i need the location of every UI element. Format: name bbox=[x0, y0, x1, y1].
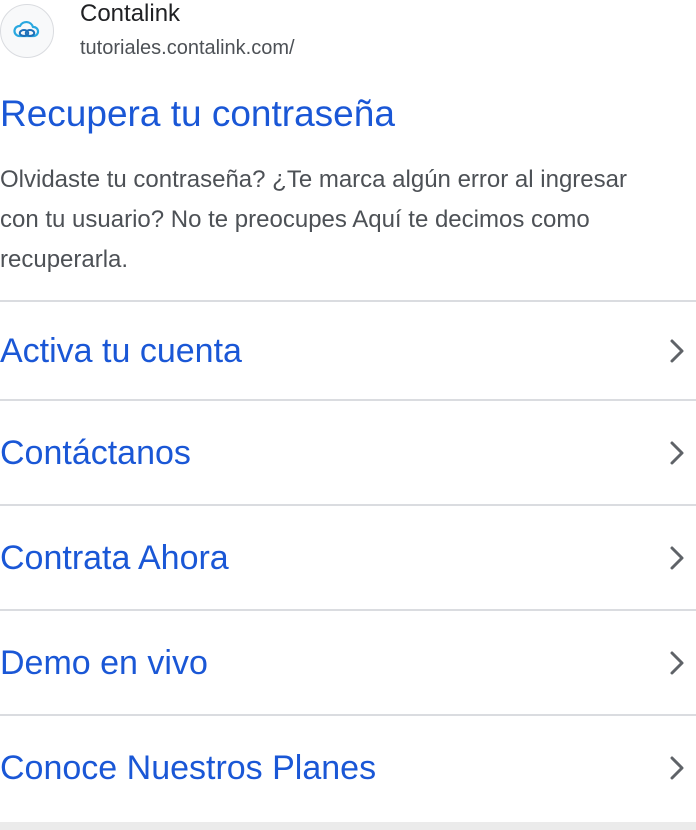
result-snippet: Olvidaste tu contraseña? ¿Te marca algún… bbox=[0, 166, 627, 273]
sitelinks-list: Activa tu cuenta Contáctanos Contrata Ah… bbox=[0, 300, 696, 819]
sitelink-label[interactable]: Demo en vivo bbox=[0, 643, 208, 683]
chevron-right-icon bbox=[668, 440, 686, 466]
cloud-link-icon bbox=[13, 20, 40, 38]
sitelink-label[interactable]: Contáctanos bbox=[0, 433, 191, 473]
chevron-right-icon bbox=[668, 545, 686, 571]
result-title-link[interactable]: Recupera tu contraseña bbox=[0, 92, 395, 136]
site-name[interactable]: Contalink bbox=[80, 0, 180, 28]
site-header[interactable]: Contalink tutoriales.contalink.com/ bbox=[0, 0, 696, 70]
chevron-right-icon bbox=[668, 338, 686, 364]
sitelink-demo-en-vivo[interactable]: Demo en vivo bbox=[0, 609, 696, 714]
sitelink-conoce-nuestros-planes[interactable]: Conoce Nuestros Planes bbox=[0, 714, 696, 819]
section-separator bbox=[0, 822, 696, 830]
sitelink-contactanos[interactable]: Contáctanos bbox=[0, 399, 696, 504]
sitelink-label[interactable]: Conoce Nuestros Planes bbox=[0, 748, 376, 788]
sitelink-label[interactable]: Contrata Ahora bbox=[0, 538, 229, 578]
chevron-right-icon bbox=[668, 650, 686, 676]
site-favicon[interactable] bbox=[0, 4, 54, 58]
site-url[interactable]: tutoriales.contalink.com/ bbox=[80, 36, 295, 60]
sitelink-label[interactable]: Activa tu cuenta bbox=[0, 331, 242, 371]
sitelink-contrata-ahora[interactable]: Contrata Ahora bbox=[0, 504, 696, 609]
chevron-right-icon bbox=[668, 755, 686, 781]
sitelink-activa-tu-cuenta[interactable]: Activa tu cuenta bbox=[0, 300, 696, 399]
